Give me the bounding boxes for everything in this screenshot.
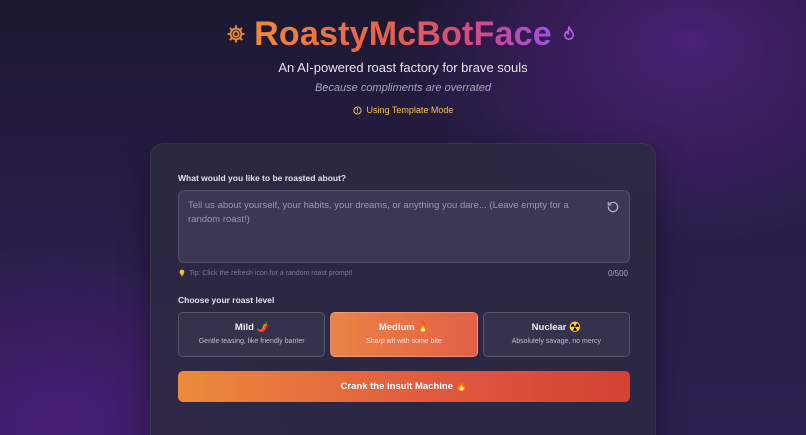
roast-form-card: What would you like to be roasted about?…	[150, 143, 656, 435]
mode-indicator: Using Template Mode	[0, 105, 806, 115]
level-mild-button[interactable]: Mild 🌶️ Gentle teasing, like friendly ba…	[178, 312, 326, 357]
subtitle: An AI-powered roast factory for brave so…	[278, 60, 528, 75]
refresh-icon[interactable]	[606, 200, 620, 214]
level-desc: Gentle teasing, like friendly banter	[198, 338, 305, 345]
prompt-placeholder: Tell us about yourself, your habits, you…	[188, 200, 569, 225]
prompt-textarea[interactable]: Tell us about yourself, your habits, you…	[178, 190, 630, 263]
mode-label: Using Template Mode	[366, 105, 454, 115]
level-desc: Sharp wit with some bite	[366, 338, 442, 345]
level-nuclear-button[interactable]: Nuclear ☢️ Absolutely savage, no mercy	[482, 312, 630, 357]
lightbulb-icon	[178, 269, 186, 277]
prompt-label: What would you like to be roasted about?	[178, 173, 347, 183]
level-name: Medium 🔥	[378, 322, 430, 333]
level-name: Mild 🌶️	[234, 322, 269, 333]
level-label: Choose your roast level	[178, 295, 275, 305]
flame-icon	[560, 24, 580, 44]
tip: Tip: Click the refresh icon for a random…	[178, 269, 353, 277]
roast-level-selector: Mild 🌶️ Gentle teasing, like friendly ba…	[178, 312, 630, 357]
level-name: Nuclear ☢️	[531, 322, 581, 333]
tip-text: Tip: Click the refresh icon for a random…	[189, 269, 353, 277]
level-medium-button[interactable]: Medium 🔥 Sharp wit with some bite	[330, 312, 478, 357]
crank-insult-button[interactable]: Crank the Insult Machine 🔥	[178, 371, 630, 402]
gear-icon	[226, 24, 246, 44]
title-row: RoastyMcBotFace	[0, 14, 806, 54]
app-title: RoastyMcBotFace	[254, 15, 552, 53]
level-desc: Absolutely savage, no mercy	[511, 338, 602, 345]
tagline: Because compliments are overrated	[314, 82, 492, 94]
info-icon	[352, 105, 362, 115]
char-counter: 0/500	[607, 269, 628, 278]
